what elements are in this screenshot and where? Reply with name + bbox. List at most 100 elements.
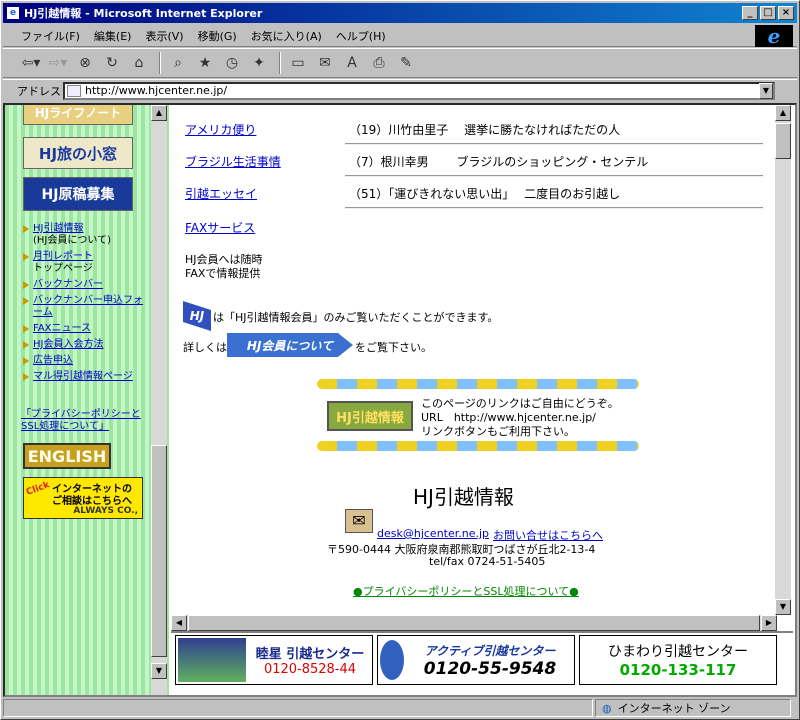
menu-bar: ファイル(F) 編集(E) 表示(V) 移動(G) お気に入り(A) ヘルプ(H… (3, 25, 797, 47)
edit-icon[interactable]: ✎ (394, 52, 418, 74)
wave-bottom (317, 441, 639, 451)
page-viewport: HJライフノート HJ旅の小窓 HJ原稿募集 HJ引越情報 (HJ会員について) … (3, 103, 797, 697)
scroll-thumb[interactable] (775, 123, 791, 159)
email-link[interactable]: desk@hjcenter.ne.jp (377, 527, 489, 540)
mail-icon[interactable]: ✉ (313, 52, 337, 74)
click-ad-line2: ご相談はこちらへ (52, 496, 132, 507)
left-menu-item[interactable]: 広告申込 (23, 355, 149, 367)
link-text3: リンクボタンもご利用下さい。 (421, 425, 575, 438)
address-bar: アドレス http://www.hjcenter.ne.jp/ ▼ (3, 79, 797, 101)
ad-himawari[interactable]: ひまわり引越センター 0120-133-117 (579, 635, 777, 685)
scroll-right-icon[interactable]: ▶ (761, 615, 777, 631)
left-menu-item[interactable]: 月刊レポート トップページ (23, 251, 149, 275)
minimize-button[interactable]: _ (742, 6, 758, 20)
ie-throbber-icon: e (755, 25, 793, 47)
ie-icon: e (6, 6, 20, 20)
toolbar: ⇦▾ ⇨▾ ⊗ ↻ ⌂ ⌕ ★ ◷ ✦ ▭ ✉ A ⎙ ✎ (3, 48, 797, 78)
fax-text2: FAXで情報提供 (185, 267, 261, 280)
status-main (3, 699, 593, 717)
horizontal-thumb[interactable] (188, 615, 760, 631)
menu-go[interactable]: 移動(G) (198, 28, 237, 44)
article-link[interactable]: 引越エッセイ (185, 185, 349, 202)
left-menu: HJ引越情報 (HJ会員について) 月刊レポート トップページ バックナンバー バッ… (23, 223, 149, 387)
horizontal-scrollbar[interactable]: ◀ ▶ (171, 615, 777, 631)
row-divider (345, 207, 763, 209)
banner-life-note[interactable]: HJライフノート (23, 105, 133, 125)
fullscreen-icon[interactable]: ▭ (286, 52, 310, 74)
maximize-button[interactable]: □ (760, 6, 776, 20)
menu-view[interactable]: 表示(V) (145, 28, 183, 44)
triangle-icon (23, 297, 29, 305)
triangle-icon (23, 373, 29, 381)
left-menu-item[interactable]: FAXニュース (23, 323, 149, 335)
triangle-icon (23, 325, 29, 333)
detail-suffix: をご覧下さい。 (355, 341, 432, 354)
scroll-up-icon[interactable]: ▲ (151, 105, 167, 121)
menu-file[interactable]: ファイル(F) (21, 28, 80, 44)
print-icon[interactable]: ⎙ (367, 52, 391, 74)
ad-name: アクティブ引越センター (424, 643, 556, 658)
detail-prefix: 詳しくは (183, 341, 227, 354)
scroll-thumb[interactable] (151, 445, 167, 657)
title-bar: e HJ引越情報 - Microsoft Internet Explorer _… (3, 3, 797, 23)
left-scrollbar[interactable]: ▲ ▼ (151, 105, 167, 695)
channels-icon[interactable]: ✦ (247, 52, 271, 74)
back-icon[interactable]: ⇦▾ (19, 52, 43, 74)
banner-manuscript[interactable]: HJ原稿募集 (23, 177, 133, 211)
chevron-down-icon[interactable]: ▼ (759, 82, 773, 99)
forward-icon[interactable]: ⇨▾ (46, 52, 70, 74)
font-icon[interactable]: A (340, 52, 364, 74)
ad-mutsuboshi[interactable]: 睦星 引越センター 0120-8528-44 (175, 635, 373, 685)
scroll-up-icon[interactable]: ▲ (775, 105, 791, 121)
ad-mutsuboshi-image (178, 638, 246, 682)
page-icon (67, 84, 81, 97)
window-title: HJ引越情報 - Microsoft Internet Explorer (24, 7, 263, 20)
link-logo-button[interactable]: HJ引越情報 (327, 401, 413, 431)
article-link[interactable]: アメリカ便り (185, 121, 349, 138)
scroll-down-icon[interactable]: ▼ (775, 599, 791, 615)
banner-travel[interactable]: HJ旅の小窓 (23, 137, 133, 169)
privacy-link-left[interactable]: 「プライバシーポリシーとSSL処理について」 (21, 409, 147, 433)
english-banner[interactable]: ENGLISH (23, 443, 111, 469)
member-note: は「HJ引越情報会員」のみご覧いただくことができます。 (213, 311, 499, 324)
toolbar-separator (159, 52, 161, 74)
left-frame: HJライフノート HJ旅の小窓 HJ原稿募集 HJ引越情報 (HJ会員について) … (5, 105, 169, 695)
menu-help[interactable]: ヘルプ(H) (336, 28, 386, 44)
stop-icon[interactable]: ⊗ (73, 52, 97, 74)
privacy-link-main[interactable]: ●プライバシーポリシーとSSL処理について● (353, 583, 579, 599)
globe-icon: ◍ (602, 701, 612, 715)
mail-envelope-icon[interactable]: ✉ (345, 509, 373, 533)
search-icon[interactable]: ⌕ (166, 52, 190, 74)
home-icon[interactable]: ⌂ (127, 52, 151, 74)
scroll-left-icon[interactable]: ◀ (171, 615, 187, 631)
left-menu-item[interactable]: HJ会員入会方法 (23, 339, 149, 351)
left-menu-item[interactable]: HJ引越情報 (HJ会員について) (23, 223, 149, 247)
ad-active[interactable]: アクティブ引越センター 0120-55-9548 (377, 635, 575, 685)
scroll-down-icon[interactable]: ▼ (151, 663, 167, 679)
article-title: （7）根川幸男 ブラジルのショッピング・センテル (349, 154, 649, 169)
close-button[interactable]: × (778, 6, 794, 20)
left-menu-item[interactable]: バックナンバー (23, 279, 149, 291)
toolbar-separator (279, 52, 281, 74)
address-input[interactable]: http://www.hjcenter.ne.jp/ ▼ (63, 81, 775, 100)
site-title: HJ引越情報 (413, 485, 514, 509)
refresh-icon[interactable]: ↻ (100, 52, 124, 74)
fax-link[interactable]: FAXサービス (185, 219, 255, 236)
triangle-icon (23, 341, 29, 349)
triangle-icon (23, 225, 29, 233)
ad-active-icon (380, 640, 404, 680)
main-frame: アメリカ便り （19）川竹由里子 選挙に勝たなければただの人 ブラジル生活事情 … (171, 105, 793, 615)
article-row: 引越エッセイ （51）「運びきれない思い出」 二度目のお引越し (185, 177, 755, 209)
menu-favorites[interactable]: お気に入り(A) (251, 28, 322, 44)
main-scrollbar[interactable]: ▲ ▼ (775, 105, 791, 615)
history-icon[interactable]: ◷ (220, 52, 244, 74)
left-menu-item[interactable]: バックナンバー申込フォーム (23, 295, 149, 319)
menu-edit[interactable]: 編集(E) (94, 28, 132, 44)
click-ad-company: ALWAYS CO., (73, 506, 138, 516)
favorites-icon[interactable]: ★ (193, 52, 217, 74)
article-title: （51）「運びきれない思い出」 二度目のお引越し (349, 186, 621, 201)
click-ad-banner[interactable]: Click インターネットの ご相談はこちらへ ALWAYS CO., (23, 477, 143, 519)
article-link[interactable]: ブラジル生活事情 (185, 153, 349, 170)
member-info-button[interactable]: HJ会員について (227, 333, 353, 357)
left-menu-item[interactable]: マル得引越情報ページ (23, 371, 149, 383)
